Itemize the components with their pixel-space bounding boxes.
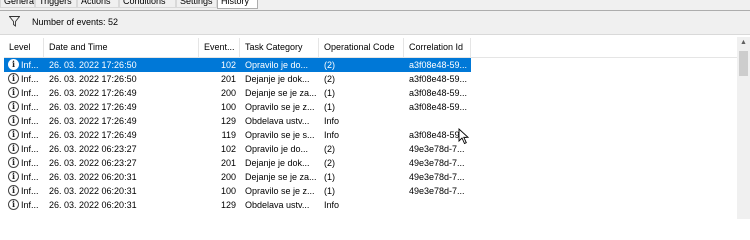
tab-triggers[interactable]: Triggers — [35, 0, 77, 8]
cell-event-id: 201 — [220, 74, 236, 84]
cell-operational-code: (2) — [324, 60, 335, 70]
cell-operational-code: (1) — [324, 102, 335, 112]
cell-date-time: 26. 03. 2022 17:26:49 — [49, 116, 137, 126]
tab-history[interactable]: History — [217, 0, 258, 9]
cell-event-id: 200 — [220, 172, 236, 182]
cell-operational-code: (2) — [324, 144, 335, 154]
table-row[interactable]: i Inf... 26. 03. 2022 17:26:49 200 Dejanje s… — [4, 86, 471, 100]
tab-conditions[interactable]: Conditions — [119, 0, 176, 8]
col-event-id[interactable]: Event... — [199, 38, 240, 57]
vertical-scrollbar[interactable]: ▲ — [737, 37, 750, 219]
table-row[interactable]: i Inf... 26. 03. 2022 17:26:50 102 Opravilo … — [4, 58, 471, 72]
cell-task-category: Opravilo je do... — [245, 144, 309, 154]
cell-event-id: 129 — [220, 200, 236, 210]
cell-date-time: 26. 03. 2022 17:26:50 — [49, 60, 137, 70]
col-correlation-id[interactable]: Correlation Id — [404, 38, 471, 57]
cell-operational-code: (1) — [324, 88, 335, 98]
cell-date-time: 26. 03. 2022 06:20:31 — [49, 186, 137, 196]
cell-date-time: 26. 03. 2022 17:26:49 — [49, 88, 137, 98]
col-date-time[interactable]: Date and Time — [44, 38, 199, 57]
cell-level: Inf... — [21, 88, 39, 98]
cell-task-category: Opravilo se je s... — [245, 130, 315, 140]
cell-task-category: Opravilo se je z... — [245, 102, 315, 112]
cell-correlation-id: a3f08e48-59... — [409, 60, 468, 70]
filter-bar: Number of events: 52 — [0, 11, 750, 35]
cell-level: Inf... — [21, 186, 39, 196]
cell-task-category: Dejanje se je za... — [245, 172, 317, 182]
cell-operational-code: (2) — [324, 158, 335, 168]
cell-level: Inf... — [21, 60, 39, 70]
chevron-up-icon[interactable]: ▲ — [737, 37, 750, 49]
cell-operational-code: (1) — [324, 186, 335, 196]
cell-task-category: Dejanje je dok... — [245, 74, 310, 84]
cell-event-id: 102 — [220, 60, 236, 70]
cell-correlation-id: a3f08e48-59... — [409, 88, 468, 98]
cell-task-category: Opravilo se je z... — [245, 186, 315, 196]
cell-date-time: 26. 03. 2022 17:26:49 — [49, 102, 137, 112]
table-row[interactable]: i Inf... 26. 03. 2022 06:20:31 200 Dejanje s… — [4, 170, 471, 184]
cell-correlation-id: 49e3e78d-7... — [409, 172, 465, 182]
cell-task-category: Opravilo je do... — [245, 60, 309, 70]
cell-event-id: 100 — [220, 102, 236, 112]
cell-level: Inf... — [21, 144, 39, 154]
cell-operational-code: Info — [324, 116, 340, 126]
cell-event-id: 100 — [220, 186, 236, 196]
cell-level: Inf... — [21, 200, 39, 210]
table-row[interactable]: i Inf... 26. 03. 2022 17:26:49 129 Obdelava … — [4, 114, 471, 128]
cell-correlation-id: a3f08e48-59... — [409, 74, 468, 84]
cell-date-time: 26. 03. 2022 06:20:31 — [49, 200, 137, 210]
tab-settings[interactable]: Settings — [176, 0, 217, 8]
cell-task-category: Obdelava ustv... — [245, 200, 310, 210]
cell-event-id: 119 — [221, 130, 236, 140]
cell-date-time: 26. 03. 2022 06:20:31 — [49, 172, 137, 182]
cell-correlation-id: 49e3e78d-7... — [409, 186, 465, 196]
tab-general[interactable]: General — [0, 0, 35, 8]
cell-operational-code: Info — [324, 200, 340, 210]
event-count-label: Number of events: 52 — [32, 17, 119, 27]
table-row[interactable]: i Inf... 26. 03. 2022 17:26:49 100 Opravilo … — [4, 100, 471, 114]
cell-date-time: 26. 03. 2022 17:26:50 — [49, 74, 137, 84]
table-row[interactable]: i Inf... 26. 03. 2022 17:26:49 119 Opravilo … — [4, 128, 471, 142]
cell-level: Inf... — [21, 74, 39, 84]
cell-level: Inf... — [21, 172, 39, 182]
cell-level: Inf... — [21, 116, 39, 126]
cell-date-time: 26. 03. 2022 06:23:27 — [49, 144, 137, 154]
tab-strip: General Triggers Actions Conditions Sett… — [0, 0, 750, 10]
cell-correlation-id: 49e3e78d-7... — [409, 158, 465, 168]
cell-event-id: 201 — [220, 158, 236, 168]
cell-event-id: 129 — [220, 116, 236, 126]
table-header: Level Date and Time Event... Task Catego… — [4, 38, 471, 57]
cell-operational-code: (2) — [324, 74, 335, 84]
cell-correlation-id: a3f08e48-59... — [409, 102, 468, 112]
cell-level: Inf... — [21, 130, 39, 140]
cell-task-category: Obdelava ustv... — [245, 116, 310, 126]
col-operational-code[interactable]: Operational Code — [319, 38, 404, 57]
table-row[interactable]: i Inf... 26. 03. 2022 06:23:27 201 Dejanje j… — [4, 156, 471, 170]
cell-correlation-id — [404, 114, 471, 128]
cell-level: Inf... — [21, 158, 39, 168]
cell-operational-code: (1) — [324, 172, 335, 182]
cell-level: Inf... — [21, 102, 39, 112]
col-level[interactable]: Level — [4, 38, 44, 57]
table-row[interactable]: i Inf... 26. 03. 2022 17:26:50 201 Dejanje j… — [4, 72, 471, 86]
filter-funnel-icon[interactable] — [9, 16, 20, 27]
cell-correlation-id — [404, 198, 471, 212]
scroll-thumb[interactable] — [739, 51, 748, 76]
cell-task-category: Dejanje je dok... — [245, 158, 310, 168]
events-table: Level Date and Time Event... Task Catego… — [4, 38, 750, 219]
tab-actions[interactable]: Actions — [77, 0, 119, 8]
cell-date-time: 26. 03. 2022 06:23:27 — [49, 158, 137, 168]
table-row[interactable]: i Inf... 26. 03. 2022 06:20:31 129 Obdelava … — [4, 198, 471, 212]
cell-event-id: 102 — [220, 144, 236, 154]
table-row[interactable]: i Inf... 26. 03. 2022 06:23:27 102 Opravilo … — [4, 142, 471, 156]
cell-task-category: Dejanje se je za... — [245, 88, 317, 98]
mouse-cursor-icon — [458, 128, 470, 145]
table-row[interactable]: i Inf... 26. 03. 2022 06:20:31 100 Opravilo … — [4, 184, 471, 198]
cell-operational-code: Info — [324, 130, 340, 140]
cell-date-time: 26. 03. 2022 17:26:49 — [49, 130, 137, 140]
col-task-category[interactable]: Task Category — [240, 38, 319, 57]
cell-event-id: 200 — [220, 88, 236, 98]
